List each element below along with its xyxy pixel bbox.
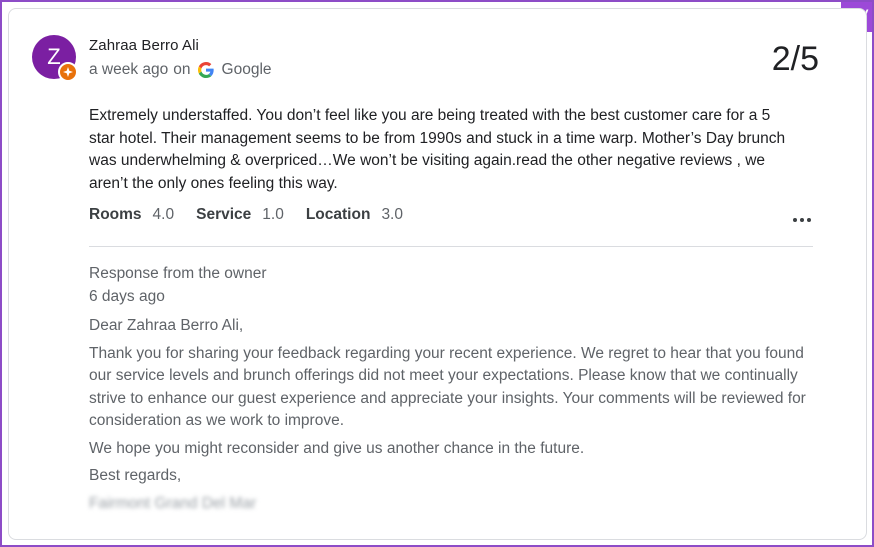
rating-value: 4.0: [152, 206, 175, 223]
divider: [89, 246, 813, 247]
owner-response-title: Response from the owner: [89, 265, 267, 282]
review-on-text: on: [173, 61, 191, 78]
review-meta: a week ago on Google: [89, 61, 272, 79]
response-paragraph: We hope you might reconsider and give us…: [89, 439, 585, 457]
rating-value: 3.0: [381, 206, 403, 223]
rating-location: Location 3.0: [306, 206, 403, 224]
response-paragraph: Thank you for sharing your feedback rega…: [89, 344, 806, 430]
rating-label: Location: [305, 206, 371, 223]
response-signature: Fairmont Grand Del Mar: [89, 495, 257, 512]
response-greeting: Dear Zahraa Berro Ali,: [89, 317, 244, 334]
response-closing: Best regards,: [89, 467, 182, 484]
review-time: a week ago: [89, 61, 169, 78]
rating-rooms: Rooms 4.0: [89, 206, 174, 224]
rating-value: 1.0: [262, 206, 284, 223]
owner-response-body: Dear Zahraa Berro Ali, Thank you for sha…: [89, 315, 819, 493]
rating-label: Service: [196, 206, 252, 223]
author-name[interactable]: Zahraa Berro Ali: [89, 37, 199, 54]
review-score: 2/5: [771, 40, 819, 78]
review-source: Google: [221, 61, 272, 78]
more-options-icon[interactable]: [790, 210, 814, 230]
local-guide-badge-icon: [58, 62, 78, 82]
owner-response-date: 6 days ago: [89, 288, 165, 305]
review-text: Extremely understaffed. You don’t feel l…: [89, 107, 786, 192]
google-icon: [197, 62, 214, 78]
rating-service: Service 1.0: [196, 206, 284, 224]
category-ratings: Rooms 4.0 Service 1.0 Location 3.0: [89, 206, 403, 224]
rating-label: Rooms: [89, 206, 142, 223]
